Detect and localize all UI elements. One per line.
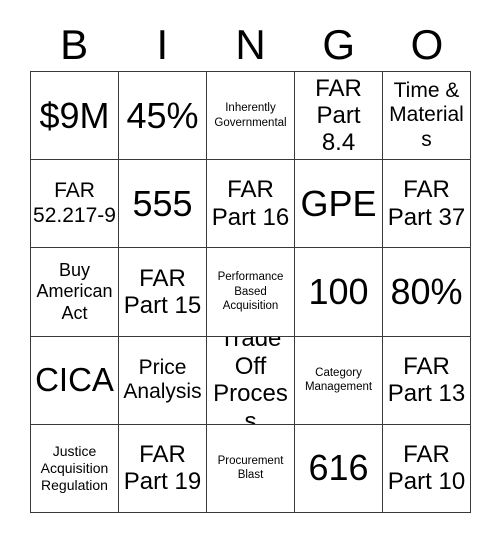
bingo-cell-r2c2[interactable]: 555	[119, 160, 207, 249]
bingo-cell-r3c5[interactable]: 80%	[383, 248, 471, 337]
bingo-cell-label: Buy American Act	[36, 260, 113, 323]
bingo-cell-label: FAR Part 8.4	[315, 74, 362, 157]
bingo-cell-label: FAR Part 37	[387, 176, 466, 231]
bingo-cell-label: Performance Based Acquisition	[217, 271, 284, 313]
bingo-cell-r1c2[interactable]: 45%	[119, 72, 207, 161]
bingo-cell-label: FAR 52.217-9	[33, 179, 116, 227]
bingo-cell-label: FAR Part 19	[123, 441, 202, 496]
bingo-cell-label: CICA	[35, 360, 114, 398]
bingo-cell-r2c1[interactable]: FAR 52.217-9	[31, 160, 119, 249]
bingo-header-letter-i: I	[156, 21, 169, 68]
bingo-cell-r4c1[interactable]: CICA	[31, 336, 119, 425]
bingo-cell-label: Procurement Blast	[217, 455, 284, 482]
bingo-cell-r1c5[interactable]: Time & Materials	[383, 72, 471, 161]
bingo-cell-label: 45%	[126, 94, 199, 136]
bingo-cell-label: 80%	[390, 271, 463, 313]
bingo-cell-label: FAR Part 13	[387, 352, 466, 408]
bingo-cell-r5c2[interactable]: FAR Part 19	[119, 424, 207, 513]
bingo-cell-label: Price Analysis	[123, 355, 202, 404]
bingo-cell-label: 555	[132, 182, 193, 224]
bingo-cell-label: GPE	[300, 182, 377, 224]
bingo-cell-label: Justice Acquisition Regulation	[40, 442, 109, 493]
bingo-header-letter-o: O	[410, 21, 444, 68]
bingo-card: B I N G O $9M 45% Inherently Governmenta…	[0, 0, 500, 544]
bingo-cell-r2c3[interactable]: FAR Part 16	[207, 160, 295, 249]
bingo-cell-label: Time & Materials	[389, 79, 464, 151]
bingo-cell-r1c3[interactable]: Inherently Governmental	[207, 72, 295, 161]
bingo-cell-r4c2[interactable]: Price Analysis	[119, 336, 207, 425]
bingo-cell-label: FAR Part 15	[123, 264, 202, 319]
bingo-cell-r4c4[interactable]: Category Management	[295, 336, 383, 425]
bingo-cell-label: Category Management	[304, 366, 373, 394]
bingo-cell-r2c4[interactable]: GPE	[295, 160, 383, 249]
bingo-cell-r3c4[interactable]: 100	[295, 248, 383, 337]
bingo-cell-r5c5[interactable]: FAR Part 10	[383, 424, 471, 513]
bingo-header-letter-n: N	[235, 21, 266, 68]
bingo-cell-label: $9M	[39, 94, 110, 136]
bingo-header-row: B I N G O	[30, 18, 471, 72]
bingo-grid: $9M 45% Inherently Governmental FAR Part…	[30, 71, 471, 513]
bingo-cell-r3c3[interactable]: Performance Based Acquisition	[207, 248, 295, 337]
bingo-cell-r4c3[interactable]: Trade Off Process	[207, 336, 295, 425]
bingo-cell-label: FAR Part 10	[387, 441, 466, 496]
bingo-cell-label: 616	[308, 447, 369, 489]
bingo-cell-r3c2[interactable]: FAR Part 15	[119, 248, 207, 337]
bingo-cell-label: FAR Part 16	[211, 176, 290, 231]
bingo-header-letter-g: G	[322, 21, 356, 68]
bingo-cell-r3c1[interactable]: Buy American Act	[31, 248, 119, 337]
bingo-cell-r2c5[interactable]: FAR Part 37	[383, 160, 471, 249]
bingo-cell-r4c5[interactable]: FAR Part 13	[383, 336, 471, 425]
bingo-header-letter-b: B	[60, 21, 89, 68]
bingo-cell-r5c1[interactable]: Justice Acquisition Regulation	[31, 424, 119, 513]
bingo-cell-label: Inherently Governmental	[214, 102, 287, 129]
bingo-cell-r5c4[interactable]: 616	[295, 424, 383, 513]
bingo-cell-r1c1[interactable]: $9M	[31, 72, 119, 161]
bingo-cell-label: 100	[308, 271, 369, 313]
bingo-cell-label: Trade Off Process	[213, 336, 288, 425]
bingo-cell-r5c3[interactable]: Procurement Blast	[207, 424, 295, 513]
bingo-cell-r1c4[interactable]: FAR Part 8.4	[295, 72, 383, 161]
